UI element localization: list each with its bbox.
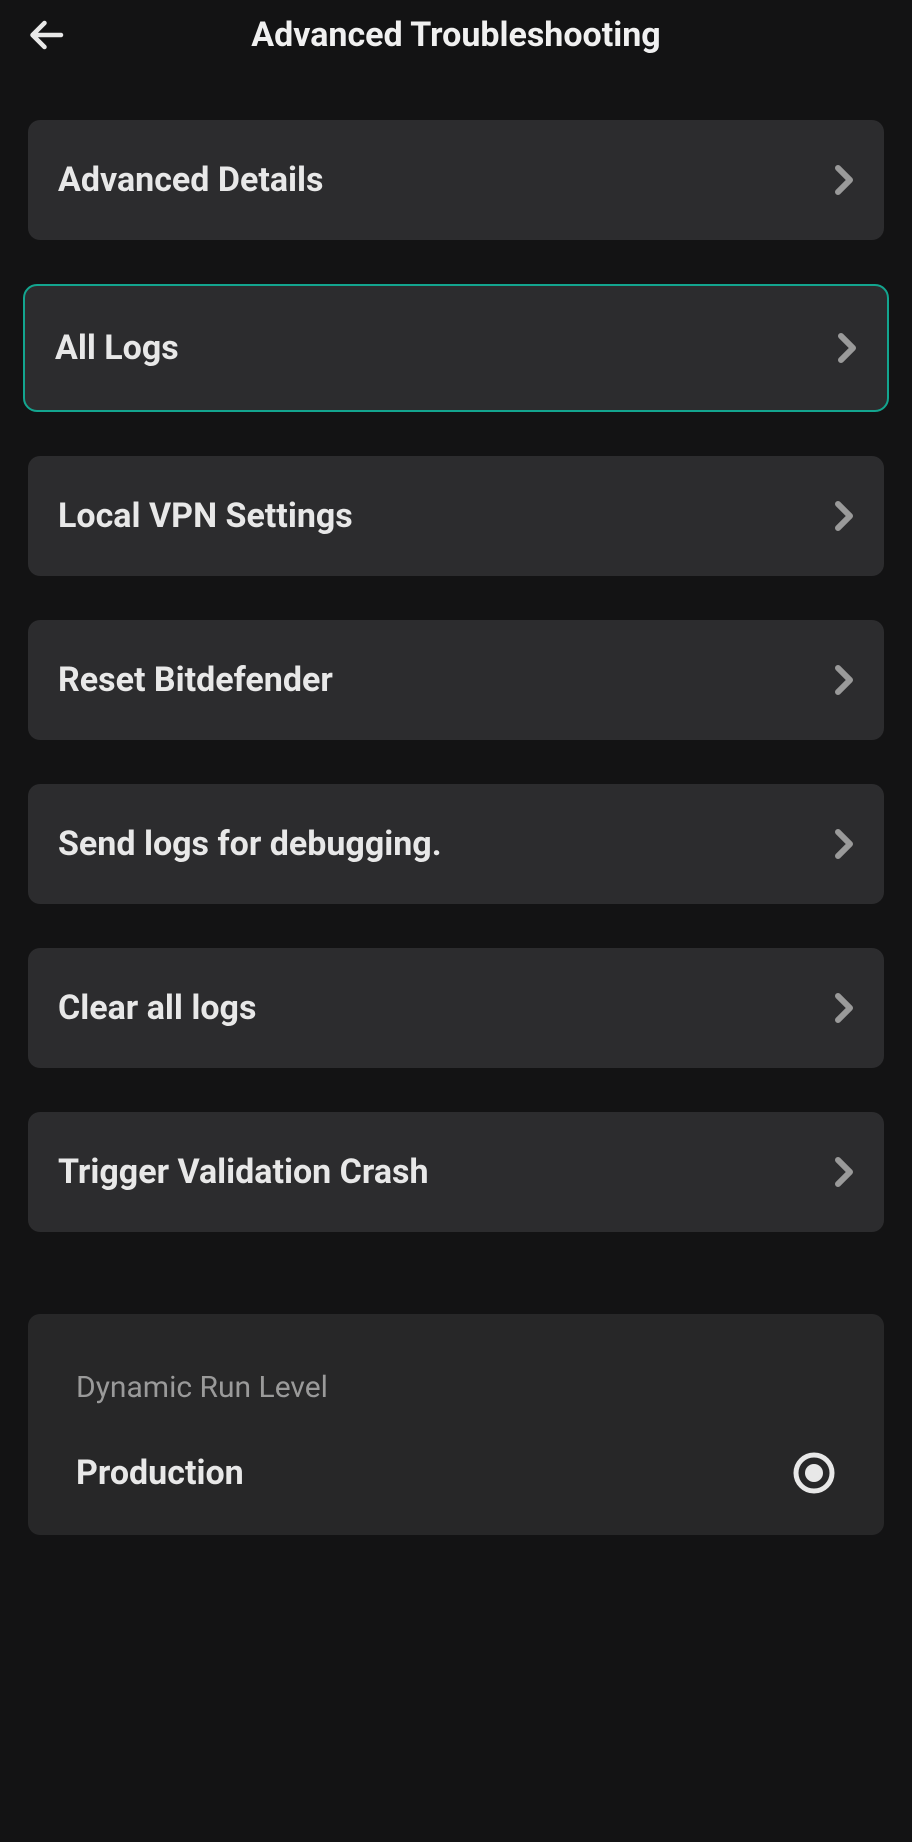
header: Advanced Troubleshooting: [0, 0, 912, 70]
page-title: Advanced Troubleshooting: [70, 15, 842, 55]
menu-item-reset-bitdefender[interactable]: Reset Bitdefender: [28, 620, 884, 740]
chevron-right-icon: [834, 665, 854, 695]
menu-item-label: All Logs: [55, 328, 179, 368]
menu-item-trigger-validation-crash[interactable]: Trigger Validation Crash: [28, 1112, 884, 1232]
menu-item-label: Clear all logs: [58, 988, 256, 1028]
menu-item-label: Trigger Validation Crash: [58, 1152, 429, 1192]
chevron-right-icon: [834, 1157, 854, 1187]
section-dynamic-run-level: Dynamic Run Level Production: [28, 1314, 884, 1535]
arrow-left-icon: [28, 17, 64, 53]
radio-label: Production: [76, 1453, 244, 1493]
section-label: Dynamic Run Level: [76, 1370, 836, 1405]
menu-item-label: Advanced Details: [58, 160, 324, 200]
chevron-right-icon: [837, 333, 857, 363]
menu-item-local-vpn-settings[interactable]: Local VPN Settings: [28, 456, 884, 576]
spacer: [28, 1276, 884, 1314]
chevron-right-icon: [834, 501, 854, 531]
menu-item-advanced-details[interactable]: Advanced Details: [28, 120, 884, 240]
menu-item-clear-all-logs[interactable]: Clear all logs: [28, 948, 884, 1068]
menu-item-label: Local VPN Settings: [58, 496, 353, 536]
radio-option-production[interactable]: Production: [76, 1451, 836, 1495]
chevron-right-icon: [834, 993, 854, 1023]
menu-item-label: Send logs for debugging.: [58, 824, 442, 864]
back-button[interactable]: [22, 11, 70, 59]
menu-item-send-logs-debugging[interactable]: Send logs for debugging.: [28, 784, 884, 904]
menu-item-all-logs[interactable]: All Logs: [23, 284, 889, 412]
radio-selected-icon: [792, 1451, 836, 1495]
content: Advanced Details All Logs Local VPN Sett…: [0, 70, 912, 1535]
menu-item-label: Reset Bitdefender: [58, 660, 333, 700]
chevron-right-icon: [834, 829, 854, 859]
chevron-right-icon: [834, 165, 854, 195]
